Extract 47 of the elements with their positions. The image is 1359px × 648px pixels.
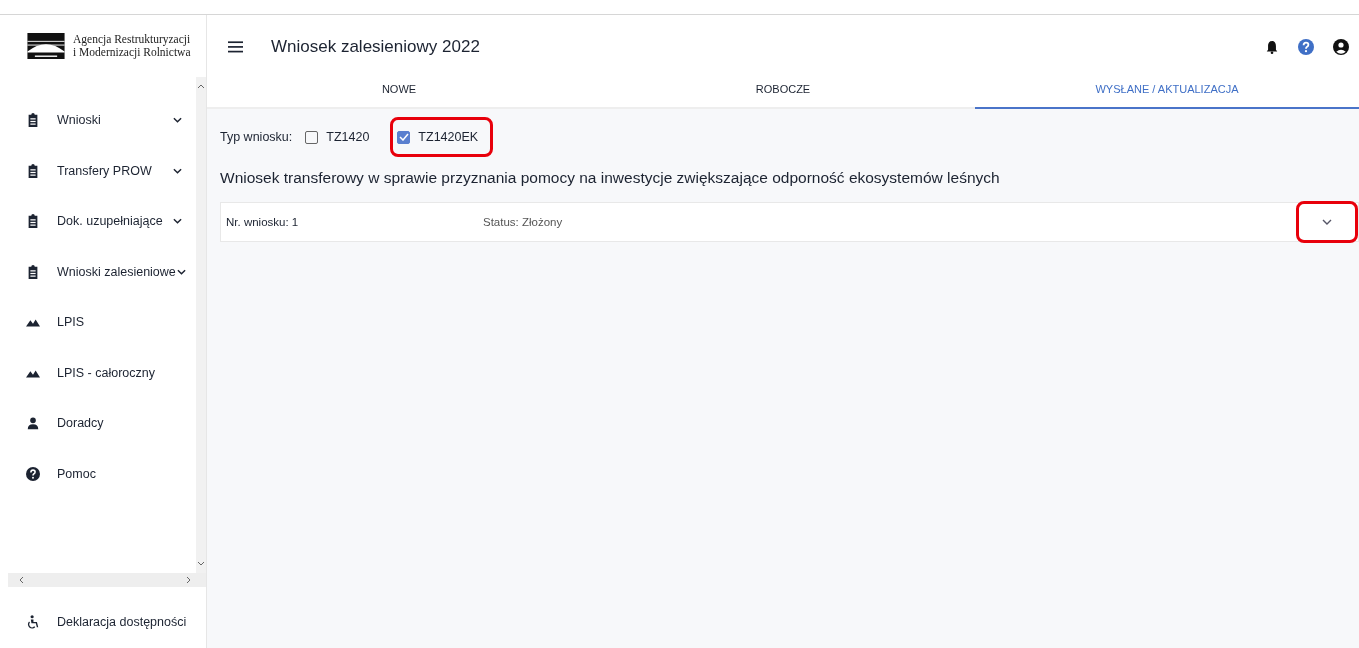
logo-text: Agencja Restrukturyzacji [73,33,191,46]
application-number: Nr. wniosku: 1 [226,216,300,228]
menu-icon[interactable] [228,40,243,53]
tab[interactable]: NOWE [207,78,591,109]
notifications-icon[interactable] [1265,38,1279,55]
scroll-up-icon[interactable] [197,83,205,89]
sidebar-item[interactable]: Pomoc [0,448,196,499]
sidebar-item[interactable]: Deklaracja dostępności [0,596,206,647]
expand-button[interactable] [1296,201,1358,243]
tab[interactable]: ROBOCZE [591,78,975,109]
logo-icon [27,33,65,59]
horizontal-scrollbar[interactable] [8,573,206,587]
help-icon[interactable] [1298,38,1314,55]
clipboard-icon [26,163,40,178]
sidebar-item[interactable]: LPIS - całoroczny [0,347,196,398]
chevron-icon [176,268,186,275]
chevron-icon [173,117,182,124]
logo-text: i Modernizacji Rolnictwa [73,46,191,59]
help-icon [26,466,40,481]
filter-label: Typ wniosku: [220,130,293,144]
sidebar-item[interactable]: Transfery PROW [0,145,196,196]
accessibility-icon [26,614,40,629]
chevron-icon [173,167,182,174]
vertical-scrollbar[interactable] [196,77,206,573]
clipboard-icon [26,113,40,128]
scroll-left-icon[interactable] [18,576,24,584]
tab[interactable]: WYSŁANE / AKTUALIZACJA [975,78,1359,109]
checkbox[interactable] [397,130,411,144]
sidebar-item[interactable]: Wnioski zalesieniowe [0,246,196,297]
checkbox-option[interactable]: TZ1420 [298,117,385,157]
sidebar-item[interactable]: LPIS [0,297,196,348]
sidebar-item[interactable]: Dok. uzupełniające [0,196,196,247]
application-status: Status: Złożony [483,216,563,228]
checkbox[interactable] [305,130,319,144]
chevron-icon [173,218,182,225]
scroll-down-icon[interactable] [197,561,205,567]
clipboard-icon [26,214,40,229]
page-title: Wniosek zalesieniowy 2022 [271,36,480,57]
clipboard-icon [26,264,40,279]
person-icon [26,416,40,431]
chevron-icon [1322,219,1332,225]
account-icon[interactable] [1333,38,1349,55]
sidebar-item[interactable]: Wnioski [0,95,196,146]
section-heading: Wniosek transferowy w sprawie przyznania pomocy na inwestycje zwiększające odporność ekosystemów leśnych [220,169,1001,187]
sidebar-item[interactable]: Doradcy [0,398,196,449]
checkbox-option[interactable]: TZ1420EK [390,117,494,157]
scroll-right-icon[interactable] [186,576,192,584]
